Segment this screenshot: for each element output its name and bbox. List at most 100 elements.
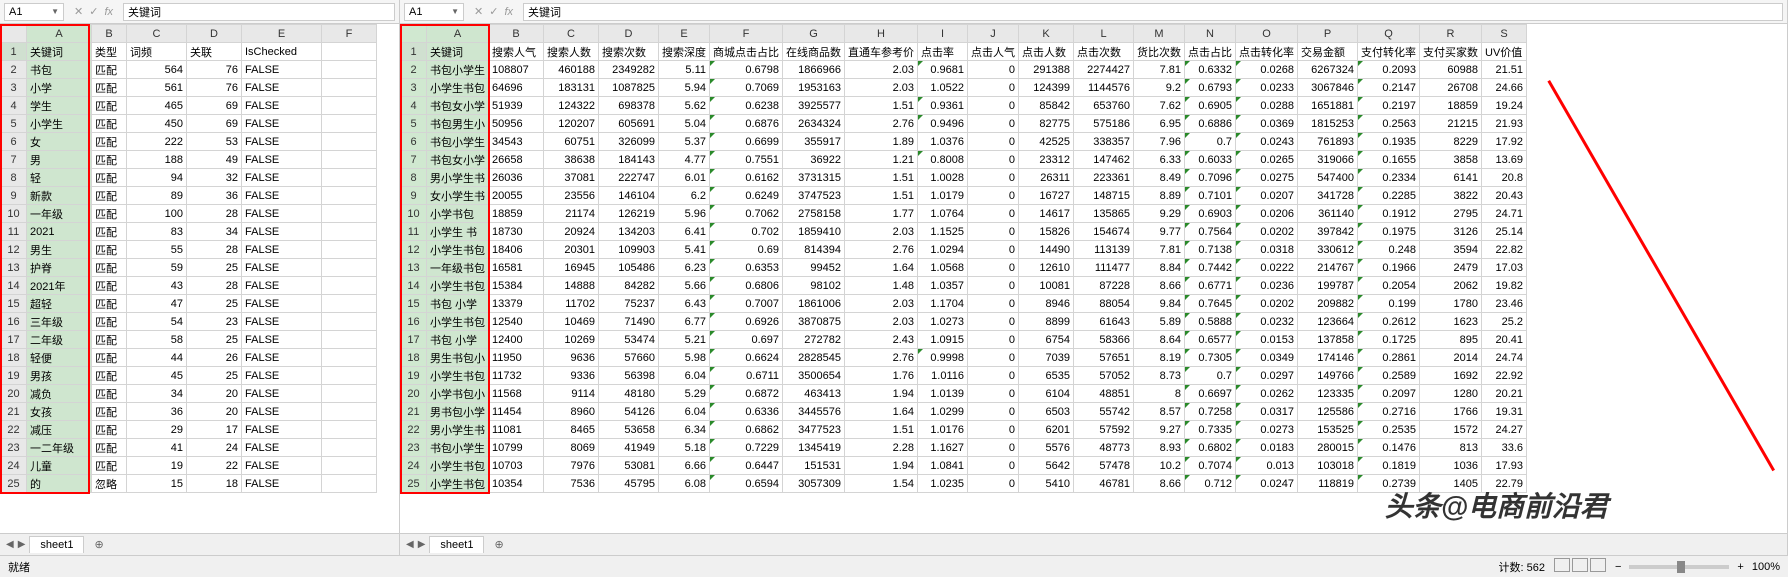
col-header[interactable]: E	[242, 25, 322, 43]
cell[interactable]: 儿童	[27, 457, 92, 475]
cell[interactable]: FALSE	[242, 439, 322, 457]
cell[interactable]: 223361	[1074, 169, 1134, 187]
cell[interactable]: 105486	[599, 259, 659, 277]
cell[interactable]: 58	[127, 331, 187, 349]
cell[interactable]: 291388	[1019, 61, 1074, 79]
cell[interactable]: 0.6862	[710, 421, 783, 439]
cell[interactable]: 103018	[1298, 457, 1358, 475]
cell[interactable]: 46781	[1074, 475, 1134, 493]
cell[interactable]: 6.01	[659, 169, 710, 187]
cell[interactable]: 8.93	[1134, 439, 1185, 457]
cell[interactable]: 0.7442	[1185, 259, 1236, 277]
cell[interactable]: 匹配	[92, 169, 127, 187]
cell[interactable]: 1.94	[845, 457, 918, 475]
cell[interactable]: 3925577	[783, 97, 845, 115]
cell[interactable]	[322, 313, 377, 331]
cell[interactable]: 33.6	[1482, 439, 1527, 457]
cell[interactable]: 0.6699	[710, 133, 783, 151]
cell[interactable]: 8.19	[1134, 349, 1185, 367]
cell[interactable]	[322, 367, 377, 385]
row-header[interactable]: 16	[1, 313, 27, 331]
cell[interactable]: 6535	[1019, 367, 1074, 385]
cell[interactable]: 0.2612	[1358, 313, 1420, 331]
cell[interactable]: 0	[968, 367, 1019, 385]
cell[interactable]: 1.64	[845, 403, 918, 421]
col-header[interactable]: L	[1074, 25, 1134, 43]
cell[interactable]	[322, 151, 377, 169]
cell[interactable]: 匹配	[92, 61, 127, 79]
cell[interactable]: 1.51	[845, 169, 918, 187]
cell[interactable]: 57660	[599, 349, 659, 367]
cell[interactable]: 0.7069	[710, 79, 783, 97]
cell[interactable]: 124399	[1019, 79, 1074, 97]
cell[interactable]: 5642	[1019, 457, 1074, 475]
cell[interactable]: 0.0369	[1236, 115, 1298, 133]
cell[interactable]: FALSE	[242, 421, 322, 439]
row-header[interactable]: 1	[1, 43, 27, 61]
cell[interactable]: 书包女小学	[427, 97, 489, 115]
cell[interactable]: 匹配	[92, 115, 127, 133]
cell[interactable]: 关键词	[427, 43, 489, 61]
cell[interactable]: FALSE	[242, 79, 322, 97]
cell[interactable]: 38638	[544, 151, 599, 169]
cell[interactable]: 0.7101	[1185, 187, 1236, 205]
col-header[interactable]: F	[710, 25, 783, 43]
right-grid[interactable]: ABCDEFGHIJKLMNOPQRS1关键词搜索人气搜索人数搜索次数搜索深度商…	[400, 24, 1787, 533]
cell[interactable]: 小学生书包	[427, 475, 489, 493]
cell[interactable]: 0.6711	[710, 367, 783, 385]
col-header[interactable]: A	[27, 25, 92, 43]
cell[interactable]: 5.04	[659, 115, 710, 133]
zoom-minus-icon[interactable]: −	[1615, 561, 1621, 573]
cell[interactable]: 53081	[599, 457, 659, 475]
cell[interactable]: 36	[187, 187, 242, 205]
cell[interactable]: 605691	[599, 115, 659, 133]
cell[interactable]: 8.64	[1134, 331, 1185, 349]
view-buttons[interactable]	[1553, 558, 1607, 575]
cell[interactable]: 书包男生小	[427, 115, 489, 133]
cell[interactable]: 0	[968, 457, 1019, 475]
name-box[interactable]: A1 ▼	[4, 3, 64, 21]
row-header[interactable]: 9	[401, 187, 427, 205]
cell[interactable]: FALSE	[242, 385, 322, 403]
cell[interactable]: 8069	[544, 439, 599, 457]
cell[interactable]: 148715	[1074, 187, 1134, 205]
cell[interactable]: FALSE	[242, 151, 322, 169]
cell[interactable]: 0.248	[1358, 241, 1420, 259]
cell[interactable]: 0.9681	[918, 61, 968, 79]
cell[interactable]: 0.7551	[710, 151, 783, 169]
row-header[interactable]: 18	[1, 349, 27, 367]
cell[interactable]: 搜索次数	[599, 43, 659, 61]
cell[interactable]: 0.6802	[1185, 439, 1236, 457]
name-box[interactable]: A1 ▼	[404, 3, 464, 21]
cell[interactable]: FALSE	[242, 331, 322, 349]
cell[interactable]: 6267324	[1298, 61, 1358, 79]
cell[interactable]: 99452	[783, 259, 845, 277]
cell[interactable]: 匹配	[92, 241, 127, 259]
cell[interactable]: FALSE	[242, 457, 322, 475]
cell[interactable]: 12400	[489, 331, 544, 349]
cell[interactable]: 0.0233	[1236, 79, 1298, 97]
cell[interactable]	[322, 133, 377, 151]
cell[interactable]: 0.6238	[710, 97, 783, 115]
cell[interactable]: 0.013	[1236, 457, 1298, 475]
accept-icon[interactable]: ✓	[89, 5, 98, 18]
cell[interactable]: 125586	[1298, 403, 1358, 421]
cell[interactable]: 26658	[489, 151, 544, 169]
cell[interactable]: 10269	[544, 331, 599, 349]
cell[interactable]: 类型	[92, 43, 127, 61]
cell[interactable]: 147462	[1074, 151, 1134, 169]
row-header[interactable]: 8	[1, 169, 27, 187]
cell[interactable]: 83	[127, 223, 187, 241]
cell[interactable]: 25.2	[1482, 313, 1527, 331]
cell[interactable]: 64696	[489, 79, 544, 97]
cell[interactable]: 3500654	[783, 367, 845, 385]
cell[interactable]: 0.7096	[1185, 169, 1236, 187]
col-header[interactable]: A	[427, 25, 489, 43]
cell[interactable]: 0.1966	[1358, 259, 1420, 277]
cell[interactable]: UV价值	[1482, 43, 1527, 61]
row-header[interactable]: 10	[1, 205, 27, 223]
cell[interactable]: 8229	[1420, 133, 1482, 151]
cell[interactable]: 忽略	[92, 475, 127, 493]
cell[interactable]: 24.66	[1482, 79, 1527, 97]
cell[interactable]: 84282	[599, 277, 659, 295]
